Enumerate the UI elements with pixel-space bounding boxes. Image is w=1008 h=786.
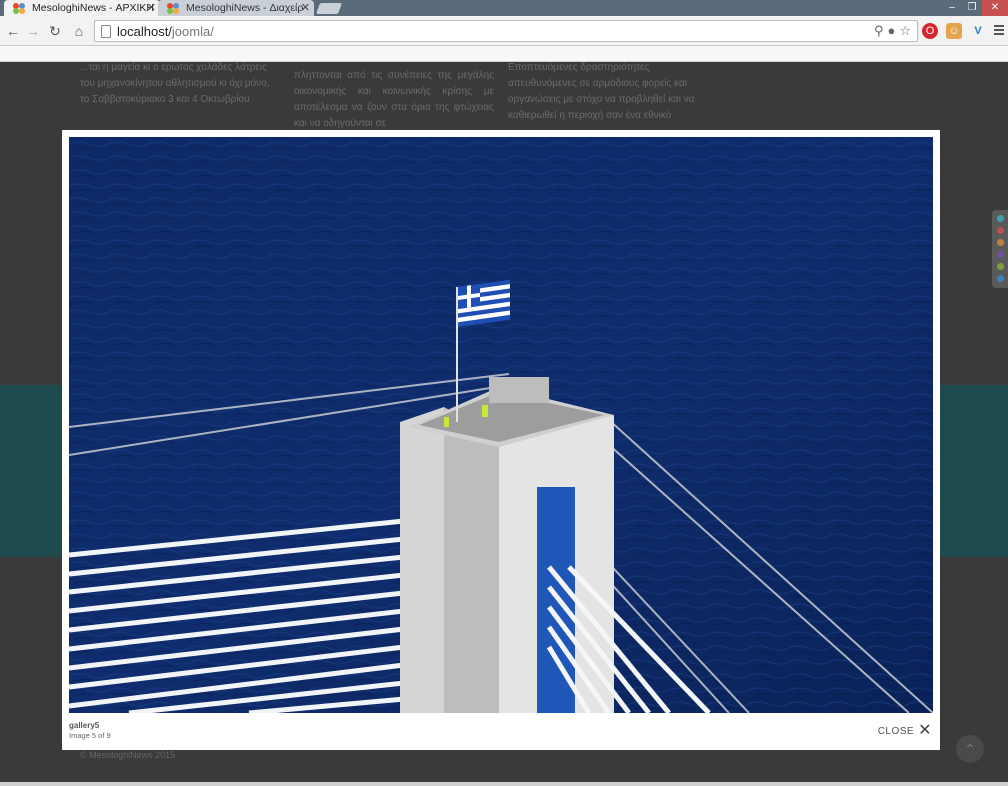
lightbulb-icon[interactable]: ●	[887, 23, 895, 39]
address-bar[interactable]: localhost/joomla/ ⚲ ● ☆	[94, 20, 918, 42]
bookmark-star-icon[interactable]: ☆	[899, 23, 911, 39]
gallery-title: gallery5	[69, 721, 100, 730]
joomla-favicon-icon	[167, 3, 179, 14]
minimize-icon[interactable]: –	[942, 0, 962, 16]
scroll-to-top-button[interactable]: ⌃	[956, 735, 984, 763]
home-icon[interactable]: ⌂	[70, 22, 88, 40]
tab-title: MesologhiNews - ΑΡΧΙΚΗ	[32, 2, 154, 14]
lightbox-close-button[interactable]: CLOSE ✕	[877, 722, 932, 739]
gallery-image[interactable]	[69, 137, 933, 713]
article-snippet: Εποπτευόμενες δραστηριότητες απευθυνόμεν…	[508, 62, 695, 121]
close-label: CLOSE	[877, 725, 915, 737]
style-switcher[interactable]	[992, 210, 1008, 288]
lightbox-modal: gallery5 Image 5 of 9 CLOSE ✕	[62, 130, 940, 750]
extension-face-icon[interactable]: ☺	[946, 23, 962, 39]
restore-icon[interactable]: ❐	[962, 0, 982, 16]
page-icon	[101, 25, 111, 38]
reload-icon[interactable]: ↻	[46, 22, 64, 40]
joomla-favicon-icon	[13, 3, 25, 14]
omnibox-actions: ⚲ ● ☆	[874, 23, 911, 39]
opera-extension-icon[interactable]: O	[922, 23, 938, 39]
tab-title: MesologhiNews - Διαχείρ	[186, 2, 304, 14]
search-icon[interactable]: ⚲	[874, 23, 884, 39]
url-text[interactable]: localhost/joomla/	[117, 24, 214, 39]
article-snippet: ...ται η μαγεία κι ο ερωτος χυλάδες λάτρ…	[80, 62, 270, 105]
article-snippet: πληττονται από τις συνέπειες της μεγάλης…	[294, 70, 494, 129]
footer-copyright: © MesologhiNews 2015	[80, 750, 176, 760]
forward-arrow-icon[interactable]: →	[24, 22, 42, 40]
lightbox-caption: gallery5 Image 5 of 9	[69, 721, 111, 740]
window-close-icon[interactable]: ✕	[982, 0, 1008, 16]
window-controls: – ❐ ✕	[942, 0, 1008, 16]
browser-menu-icon[interactable]	[994, 23, 1004, 37]
extension-v-icon[interactable]: V	[970, 23, 986, 39]
bookmark-bar	[0, 46, 1008, 62]
tab-close-icon[interactable]: ✕	[147, 0, 156, 16]
close-icon: ✕	[918, 722, 932, 739]
new-tab-button[interactable]	[315, 3, 343, 14]
tab-mesologhinews-admin[interactable]: MesologhiNews - Διαχείρ ✕	[158, 0, 314, 16]
image-counter: Image 5 of 9	[69, 731, 111, 740]
back-arrow-icon[interactable]: ←	[4, 22, 22, 40]
tab-mesologhinews-home[interactable]: MesologhiNews - ΑΡΧΙΚΗ ✕	[4, 0, 160, 16]
bridge-pylon-photo	[69, 137, 933, 713]
browser-tab-strip: MesologhiNews - ΑΡΧΙΚΗ ✕ MesologhiNews -…	[0, 0, 1008, 16]
browser-toolbar: ← → ↻ ⌂ localhost/joomla/ ⚲ ● ☆ O ☺ V	[0, 16, 1008, 46]
tab-close-icon[interactable]: ✕	[301, 0, 310, 16]
